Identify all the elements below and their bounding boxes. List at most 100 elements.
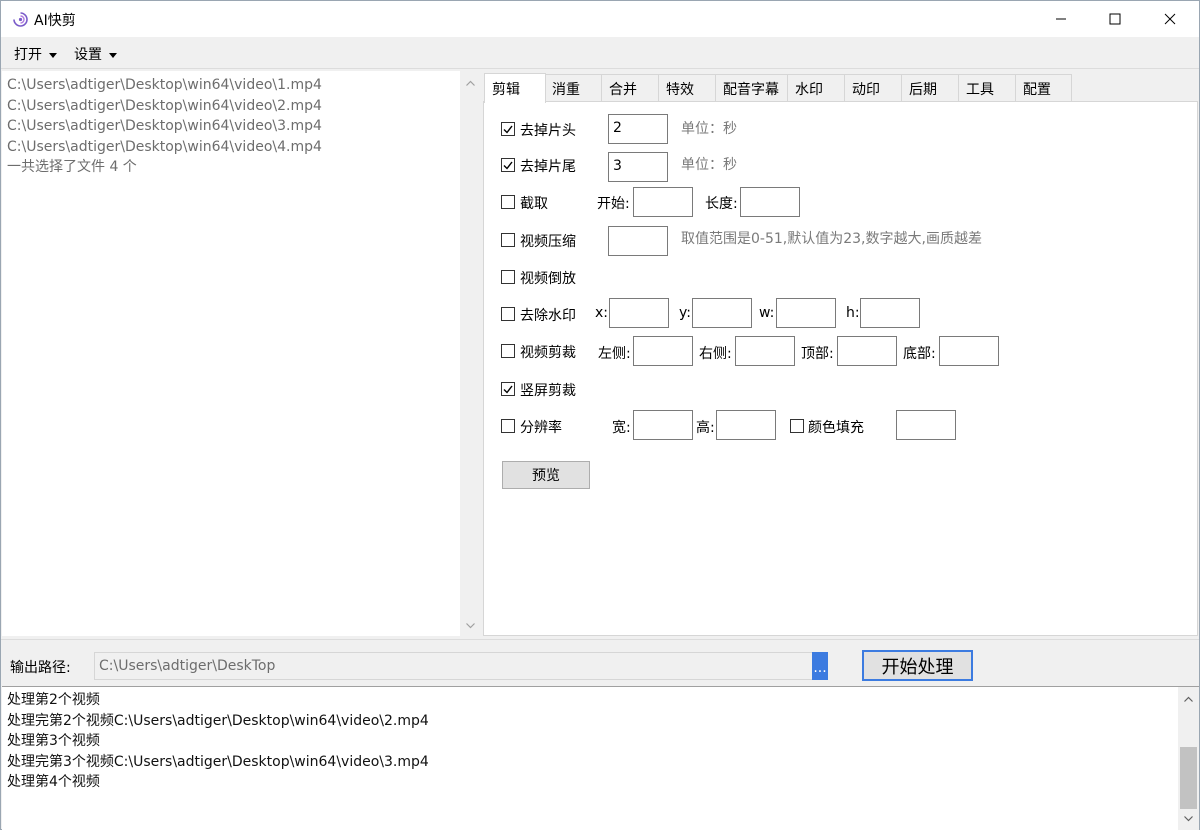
title-bar: AI快剪 — [1, 1, 1199, 37]
menu-bar: 打开 设置 — [1, 37, 1199, 69]
preview-button[interactable]: 预览 — [502, 461, 590, 489]
crop-bottom-input[interactable] — [939, 336, 999, 366]
tab-post[interactable]: 后期 — [901, 74, 959, 102]
cut-label: 截取 — [520, 196, 548, 212]
vertical-crop-checkbox[interactable] — [501, 382, 515, 396]
trim-tail-checkbox[interactable] — [501, 158, 515, 172]
remove-watermark-checkbox[interactable] — [501, 307, 515, 321]
log-output[interactable]: 处理第2个视频 处理完第2个视频C:\Users\adtiger\Desktop… — [2, 686, 1199, 830]
list-item: C:\Users\adtiger\Desktop\win64\video\2.m… — [7, 97, 322, 114]
tab-config[interactable]: 配置 — [1015, 74, 1072, 102]
scroll-up-icon[interactable] — [460, 73, 481, 93]
tab-motion-watermark[interactable]: 动印 — [844, 74, 902, 102]
resolution-width-label: 宽: — [612, 420, 631, 436]
resolution-checkbox[interactable] — [501, 419, 515, 433]
log-line: 处理完第2个视频C:\Users\adtiger\Desktop\win64\v… — [7, 712, 429, 729]
output-path-label: 输出路径: — [10, 660, 71, 676]
resolution-width-input[interactable] — [633, 410, 693, 440]
vertical-crop-label: 竖屏剪裁 — [520, 383, 576, 399]
compress-hint: 取值范围是0-51,默认值为23,数字越大,画质越差 — [681, 231, 982, 247]
scroll-down-icon[interactable] — [460, 616, 481, 636]
chevron-down-icon — [109, 52, 117, 58]
list-item: C:\Users\adtiger\Desktop\win64\video\3.m… — [7, 118, 322, 134]
color-fill-label: 颜色填充 — [808, 420, 864, 436]
color-fill-input[interactable] — [896, 410, 956, 440]
menu-open[interactable]: 打开 — [14, 44, 57, 64]
color-fill-checkbox[interactable] — [790, 419, 804, 433]
menu-settings-label: 设置 — [74, 47, 102, 63]
menu-settings[interactable]: 设置 — [74, 44, 117, 64]
close-icon — [1164, 13, 1176, 25]
watermark-y-input[interactable] — [692, 298, 752, 328]
compress-label: 视频压缩 — [520, 234, 576, 250]
browse-button[interactable]: ... — [812, 652, 828, 680]
app-window: AI快剪 打开 设置 C:\Users\adtiger\Desktop\win6… — [0, 0, 1200, 830]
log-scrollbar[interactable] — [1178, 687, 1199, 830]
reverse-checkbox[interactable] — [501, 270, 515, 284]
crop-top-label: 顶部: — [801, 346, 834, 362]
trim-tail-input[interactable]: 3 — [608, 152, 668, 182]
file-count-text: 一共选择了文件 4 个 — [7, 159, 137, 175]
crop-label: 视频剪裁 — [520, 345, 576, 361]
tab-merge[interactable]: 合并 — [601, 74, 659, 102]
list-item: C:\Users\adtiger\Desktop\win64\video\1.m… — [7, 77, 322, 93]
file-list-scrollbar[interactable] — [460, 71, 481, 636]
log-line: 处理第4个视频 — [7, 774, 100, 790]
log-line: 处理第2个视频 — [7, 692, 100, 708]
close-button[interactable] — [1147, 1, 1193, 37]
tab-tools[interactable]: 工具 — [958, 74, 1016, 102]
maximize-icon — [1109, 13, 1121, 25]
tab-edit[interactable]: 剪辑 — [484, 73, 546, 103]
trim-tail-label: 去掉片尾 — [520, 159, 576, 175]
crop-right-label: 右侧: — [699, 346, 732, 362]
edit-panel: 去掉片头 2 单位：秒 去掉片尾 3 单位：秒 截取 开始: 长度: 视频压缩 … — [483, 101, 1198, 636]
crop-left-input[interactable] — [633, 336, 693, 366]
trim-head-checkbox[interactable] — [501, 122, 515, 136]
app-logo-icon — [13, 12, 28, 27]
trim-tail-unit: 单位：秒 — [681, 157, 737, 173]
tab-dubbing-subtitles[interactable]: 配音字幕 — [715, 74, 788, 102]
watermark-h-label: h: — [846, 305, 860, 321]
crop-checkbox[interactable] — [501, 344, 515, 358]
log-line: 处理完第3个视频C:\Users\adtiger\Desktop\win64\v… — [7, 753, 429, 770]
chevron-down-icon — [49, 52, 57, 58]
resolution-height-input[interactable] — [716, 410, 776, 440]
trim-head-label: 去掉片头 — [520, 123, 576, 139]
crop-top-input[interactable] — [837, 336, 897, 366]
watermark-w-input[interactable] — [776, 298, 836, 328]
tab-dedupe[interactable]: 消重 — [544, 74, 602, 102]
resolution-height-label: 高: — [696, 420, 715, 436]
log-line: 处理第3个视频 — [7, 733, 100, 749]
cut-length-label: 长度: — [705, 196, 738, 212]
remove-watermark-label: 去除水印 — [520, 308, 576, 324]
maximize-button[interactable] — [1092, 1, 1138, 37]
compress-checkbox[interactable] — [501, 233, 515, 247]
list-item: C:\Users\adtiger\Desktop\win64\video\4.m… — [7, 138, 322, 155]
scroll-up-icon[interactable] — [1178, 689, 1199, 709]
cut-checkbox[interactable] — [501, 195, 515, 209]
resolution-label: 分辨率 — [520, 420, 562, 436]
output-row: 输出路径: C:\Users\adtiger\DeskTop ... 开始处理 — [1, 639, 1199, 685]
trim-head-input[interactable]: 2 — [608, 114, 668, 144]
cut-length-input[interactable] — [740, 187, 800, 217]
start-processing-button[interactable]: 开始处理 — [862, 650, 973, 681]
cut-start-label: 开始: — [597, 196, 630, 212]
cut-start-input[interactable] — [633, 187, 693, 217]
log-scroll-thumb[interactable] — [1180, 747, 1197, 809]
compress-input[interactable] — [608, 226, 668, 256]
watermark-x-input[interactable] — [609, 298, 669, 328]
checkmark-icon — [503, 125, 513, 134]
crop-left-label: 左侧: — [598, 346, 631, 362]
watermark-h-input[interactable] — [860, 298, 920, 328]
tab-watermark[interactable]: 水印 — [787, 74, 845, 102]
crop-right-input[interactable] — [735, 336, 795, 366]
file-list[interactable]: C:\Users\adtiger\Desktop\win64\video\1.m… — [2, 71, 481, 636]
tab-effects[interactable]: 特效 — [658, 74, 716, 102]
checkmark-icon — [503, 385, 513, 394]
reverse-label: 视频倒放 — [520, 271, 576, 287]
scroll-down-icon[interactable] — [1178, 809, 1199, 829]
minimize-button[interactable] — [1038, 1, 1084, 37]
output-path-field[interactable]: C:\Users\adtiger\DeskTop — [94, 652, 814, 680]
tab-strip: 剪辑 消重 合并 特效 配音字幕 水印 动印 后期 工具 配置 — [484, 73, 1198, 103]
crop-bottom-label: 底部: — [903, 346, 936, 362]
